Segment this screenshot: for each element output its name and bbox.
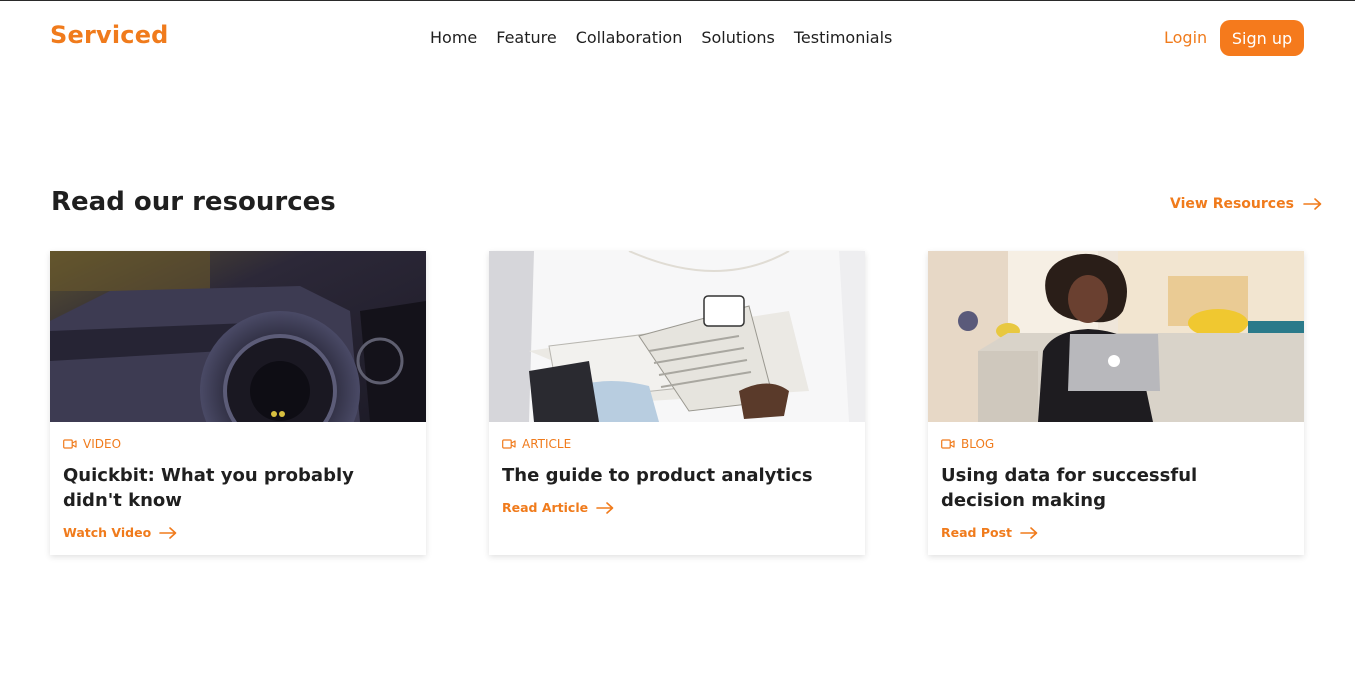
read-post-link[interactable]: Read Post bbox=[941, 525, 1038, 540]
video-icon bbox=[63, 439, 77, 449]
cta-label: Read Article bbox=[502, 500, 589, 515]
card-title[interactable]: Quickbit: What you probably didn't know bbox=[63, 463, 403, 513]
site-header: Serviced Home Feature Collaboration Solu… bbox=[0, 1, 1355, 77]
card-title[interactable]: Using data for successful decision makin… bbox=[941, 463, 1281, 513]
view-resources-link[interactable]: View Resources bbox=[1170, 196, 1322, 212]
woman-with-laptop-photo bbox=[928, 251, 1304, 422]
cta-label: Read Post bbox=[941, 525, 1013, 540]
video-icon bbox=[941, 439, 955, 449]
category-label: VIDEO bbox=[83, 437, 122, 451]
nav-feature[interactable]: Feature bbox=[496, 28, 556, 47]
arrow-right-icon bbox=[1020, 526, 1038, 539]
arrow-right-icon bbox=[159, 526, 177, 539]
card-category: ARTICLE bbox=[502, 437, 571, 451]
category-label: ARTICLE bbox=[522, 437, 572, 451]
section-title: Read our resources bbox=[51, 187, 336, 217]
nav-collaboration[interactable]: Collaboration bbox=[576, 28, 683, 47]
read-article-link[interactable]: Read Article bbox=[502, 500, 614, 515]
resource-card-video[interactable]: VIDEO Quickbit: What you probably didn't… bbox=[50, 251, 426, 555]
login-link[interactable]: Login bbox=[1164, 28, 1207, 47]
resource-card-article[interactable]: ARTICLE The guide to product analytics R… bbox=[489, 251, 865, 555]
logo[interactable]: Serviced bbox=[50, 21, 169, 49]
camera-lens-photo bbox=[50, 251, 426, 422]
nav-solutions[interactable]: Solutions bbox=[701, 28, 775, 47]
card-title[interactable]: The guide to product analytics bbox=[502, 463, 842, 488]
cta-label: Watch Video bbox=[63, 525, 152, 540]
card-category: BLOG bbox=[941, 437, 994, 451]
person-reading-newspaper-photo bbox=[489, 251, 865, 422]
video-icon bbox=[502, 439, 516, 449]
nav-testimonials[interactable]: Testimonials bbox=[794, 28, 893, 47]
resource-card-blog[interactable]: BLOG Using data for successful decision … bbox=[928, 251, 1304, 555]
category-label: BLOG bbox=[961, 437, 995, 451]
signup-button[interactable]: Sign up bbox=[1220, 20, 1304, 56]
nav-home[interactable]: Home bbox=[430, 28, 477, 47]
main-nav: Home Feature Collaboration Solutions Tes… bbox=[430, 28, 911, 47]
watch-video-link[interactable]: Watch Video bbox=[63, 525, 177, 540]
card-category: VIDEO bbox=[63, 437, 121, 451]
view-resources-label: View Resources bbox=[1170, 196, 1294, 212]
arrow-right-icon bbox=[596, 501, 614, 514]
arrow-right-icon bbox=[1303, 198, 1322, 210]
